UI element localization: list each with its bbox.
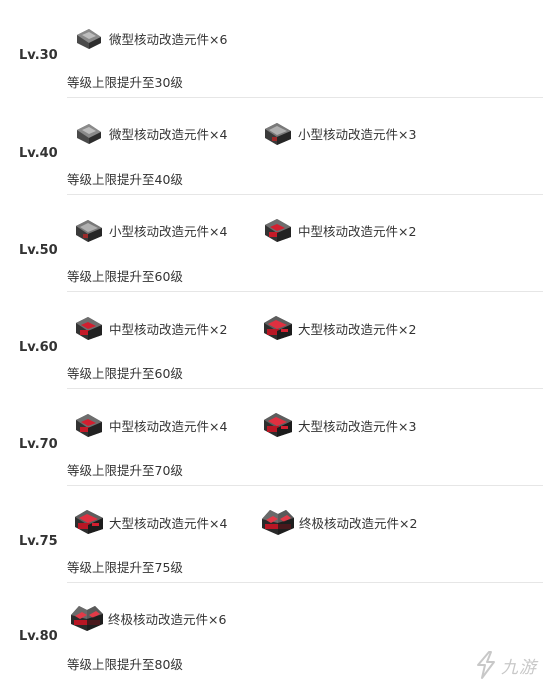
material-label: 微型核动改造元件×6 [109, 31, 228, 47]
level-cap-description: 等级上限提升至75级 [67, 560, 183, 575]
medium-module-icon [265, 219, 291, 242]
watermark-text: 九游 [501, 657, 537, 678]
material-item: 大型核动改造元件×3 [263, 412, 416, 438]
material-label: 终极核动改造元件×6 [108, 611, 227, 627]
level-label: Lv.60 [19, 340, 58, 355]
material-label: 大型核动改造元件×2 [298, 321, 417, 337]
level-label: Lv.70 [19, 437, 58, 452]
level-row: Lv.80 终极核动改造元件×6 等级上限提升至80级 [0, 582, 543, 679]
material-label: 小型核动改造元件×4 [109, 223, 228, 239]
material-item: 中型核动改造元件×2 [74, 315, 227, 341]
level-label: Lv.40 [19, 146, 58, 161]
upgrade-requirements-page: Lv.30 微型核动改造元件×6 等级上限提升至30级 Lv.40 微型核动改造… [0, 0, 543, 684]
material-label: 中型核动改造元件×4 [109, 418, 228, 434]
level-label: Lv.50 [19, 243, 58, 258]
material-item: 微型核动改造元件×4 [74, 120, 227, 146]
material-item: 微型核动改造元件×6 [74, 25, 227, 51]
material-item: 终极核动改造元件×2 [261, 509, 417, 535]
large-module-icon [264, 316, 292, 340]
level-cap-description: 等级上限提升至70级 [67, 463, 183, 478]
material-label: 中型核动改造元件×2 [298, 223, 417, 239]
micro-module-icon [77, 29, 101, 49]
level-row: Lv.60 中型核动改造元件×2 大型核动改造元件×2 等级上限提升至60级 [0, 291, 543, 389]
level-label: Lv.75 [19, 534, 58, 549]
material-label: 微型核动改造元件×4 [109, 126, 228, 142]
large-module-icon [264, 413, 292, 437]
material-label: 中型核动改造元件×2 [109, 321, 228, 337]
material-item: 中型核动改造元件×2 [263, 217, 416, 243]
material-item: 大型核动改造元件×4 [74, 509, 227, 535]
jiuyou-logo-icon [477, 651, 495, 679]
medium-module-icon [76, 317, 102, 340]
level-row: Lv.70 中型核动改造元件×4 大型核动改造元件×3 等级上限提升至70级 [0, 388, 543, 486]
watermark: 九游 [473, 650, 537, 680]
micro-module-icon [77, 124, 101, 144]
small-module-icon [265, 123, 291, 145]
level-label: Lv.80 [19, 629, 58, 644]
large-module-icon [75, 510, 103, 534]
ultimate-module-icon [262, 510, 294, 535]
medium-module-icon [76, 414, 102, 437]
level-cap-description: 等级上限提升至30级 [67, 75, 183, 90]
level-cap-description: 等级上限提升至40级 [67, 172, 183, 187]
level-row: Lv.40 微型核动改造元件×4 小型核动改造元件×3 等级上限提升至40级 [0, 97, 543, 195]
small-module-icon [76, 220, 102, 242]
material-item: 终极核动改造元件×6 [70, 604, 226, 632]
material-label: 大型核动改造元件×3 [298, 418, 417, 434]
level-label: Lv.30 [19, 48, 58, 63]
material-item: 大型核动改造元件×2 [263, 315, 416, 341]
material-label: 大型核动改造元件×4 [109, 515, 228, 531]
level-cap-description: 等级上限提升至80级 [67, 657, 183, 672]
material-label: 小型核动改造元件×3 [298, 126, 417, 142]
level-cap-description: 等级上限提升至60级 [67, 366, 183, 381]
level-row: Lv.75 大型核动改造元件×4 终极核动改造元件×2 等级上限提升至75级 [0, 485, 543, 583]
ultimate-module-icon [71, 606, 103, 631]
material-item: 中型核动改造元件×4 [74, 412, 227, 438]
level-row: Lv.50 小型核动改造元件×4 中型核动改造元件×2 等级上限提升至60级 [0, 194, 543, 292]
level-row: Lv.30 微型核动改造元件×6 等级上限提升至30级 [0, 0, 543, 98]
material-label: 终极核动改造元件×2 [299, 515, 418, 531]
level-cap-description: 等级上限提升至60级 [67, 269, 183, 284]
material-item: 小型核动改造元件×4 [74, 217, 227, 243]
material-item: 小型核动改造元件×3 [263, 120, 416, 146]
